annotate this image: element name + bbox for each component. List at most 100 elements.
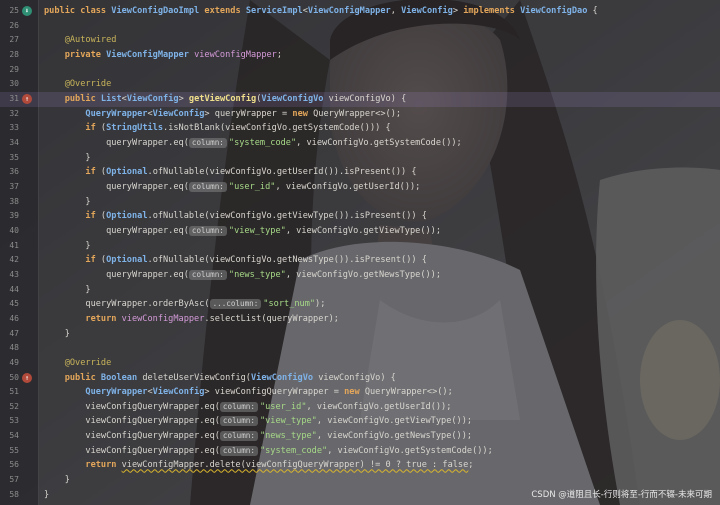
code-line[interactable]: 49 @Override [0,356,720,371]
code-token: "view_type" [228,225,286,236]
code-line[interactable]: 38 } [0,195,720,210]
code-token: ServiceImpl [245,6,303,16]
code-token: Boolean [100,372,143,383]
line-number: 26 [9,20,19,30]
code-token: if [44,167,101,178]
line-number: 50 [9,372,19,382]
code-line[interactable]: 31 ↑ public List<ViewConfig> getViewConfi… [0,91,720,107]
parameter-hint: column: [188,137,227,148]
parameter-hint: column: [219,445,258,456]
code-line[interactable]: 50 ↑ public Boolean deleteUserViewConfig(… [0,371,720,386]
line-number: 45 [9,299,19,309]
code-line[interactable]: 48 [0,341,720,356]
code-token: queryWrapper.eq( [44,181,189,192]
line-number: 49 [9,357,19,367]
code-token: viewConfigMapper.delete(viewConfigQueryW… [121,460,469,471]
override-gutter-icon[interactable]: ↑ [22,372,32,383]
code-line[interactable]: 28 private ViewConfigMapper viewConfigMa… [0,48,720,63]
code-token: "user_id" [259,401,307,412]
code-line[interactable]: 29 [0,63,720,78]
code-token: Optional [106,167,148,178]
code-token: QueryWrapper [44,387,148,398]
code-token: StringUtils [106,123,164,134]
code-token: ); [315,299,326,310]
code-token: queryWrapper.eq( [44,137,189,148]
code-token: , [390,6,402,16]
code-line[interactable]: 36 if (Optional.ofNullable(viewConfigVo.… [0,165,720,180]
code-token: return [44,460,122,471]
code-token: ViewConfig [401,6,453,16]
line-number: 30 [9,79,19,89]
code-token: } [44,196,91,207]
code-token: if [44,123,101,134]
code-line[interactable]: 26 [0,19,720,34]
line-number: 28 [9,49,19,59]
code-text: if (StringUtils.isNotBlank(viewConfigVo.… [44,121,391,136]
code-text: @Override [44,77,112,92]
code-text: public Boolean deleteUserViewConfig(View… [44,371,396,386]
parameter-hint: column: [188,225,227,236]
code-line[interactable]: 44 } [0,283,720,298]
implements-gutter-icon[interactable]: ⬇ [22,6,32,16]
code-line[interactable]: 53 viewConfigQueryWrapper.eq(column: "vie… [0,414,720,429]
line-number: 34 [9,137,19,147]
code-token: , viewConfigVo.getNewsType()); [285,269,442,280]
code-token: , viewConfigVo.getUserId()); [306,401,452,412]
code-line[interactable]: 39 if (Optional.ofNullable(viewConfigVo.… [0,209,720,224]
code-text: public List<ViewConfig> getViewConfig(Vi… [44,92,407,107]
code-token: "system_code" [259,445,328,456]
code-line[interactable]: 45 queryWrapper.orderByAsc(...column: "so… [0,297,720,312]
code-line[interactable]: 42 if (Optional.ofNullable(viewConfigVo.… [0,253,720,268]
code-line[interactable]: 55 viewConfigQueryWrapper.eq(column: "sys… [0,444,720,459]
code-text: viewConfigQueryWrapper.eq(column: "view_t… [44,414,472,429]
parameter-hint: column: [219,401,258,412]
code-token: .isNotBlank(viewConfigVo.getSystemCode()… [163,123,391,134]
code-text: @Autowired [44,33,117,48]
code-line[interactable]: 41 } [0,239,720,254]
parameter-hint: column: [219,431,258,442]
code-line[interactable]: 25 ⬇ public class ViewConfigDaoImpl extend… [0,4,720,19]
override-gutter-icon[interactable]: ↑ [22,93,32,104]
code-line[interactable]: 56 return viewConfigMapper.delete(viewCo… [0,458,720,473]
code-text: } [44,473,70,488]
code-token: public class [44,6,112,16]
code-line[interactable]: 57 } [0,473,720,488]
code-line[interactable]: 32 QueryWrapper<ViewConfig> queryWrapper… [0,107,720,122]
code-line[interactable]: 33 if (StringUtils.isNotBlank(viewConfig… [0,121,720,136]
code-line[interactable]: 40 queryWrapper.eq(column: "view_type", v… [0,224,720,239]
code-token: , viewConfigVo.getViewType()); [285,225,442,236]
line-number: 25 [9,6,19,15]
code-line[interactable]: 34 queryWrapper.eq(column: "system_code",… [0,136,720,151]
code-text: queryWrapper.orderByAsc(...column: "sort_… [44,297,325,312]
code-text: queryWrapper.eq(column: "system_code", vi… [44,136,462,151]
code-line[interactable]: 52 viewConfigQueryWrapper.eq(column: "use… [0,400,720,415]
code-token: if [44,211,101,222]
code-token: .ofNullable(viewConfigVo.getNewsType()).… [147,255,427,266]
line-number: 54 [9,431,19,441]
code-token: ViewConfigDaoImpl [111,6,205,16]
code-token: } [44,489,50,500]
code-line[interactable]: 54 viewConfigQueryWrapper.eq(column: "new… [0,429,720,444]
code-token: QueryWrapper<>(); [313,108,402,119]
code-line[interactable]: 47 } [0,327,720,342]
code-token: ViewConfig [126,93,179,104]
code-text: if (Optional.ofNullable(viewConfigVo.get… [44,209,427,224]
code-line[interactable]: 27 @Autowired [0,33,720,48]
code-line[interactable]: 46 return viewConfigMapper.selectList(qu… [0,312,720,327]
code-token: public [44,93,101,104]
code-line[interactable]: 30 @Override [0,77,720,92]
line-number: 58 [9,489,19,499]
line-number: 44 [9,284,19,294]
code-line[interactable]: 43 queryWrapper.eq(column: "news_type", v… [0,268,720,283]
code-token: queryWrapper.eq( [44,269,189,280]
code-line[interactable]: 37 queryWrapper.eq(column: "user_id", vie… [0,180,720,195]
code-token: @Override [44,79,112,90]
line-number: 43 [9,269,19,279]
code-token: @Autowired [44,35,117,46]
code-token: ViewConfig [152,108,205,119]
code-token: implements [463,6,521,16]
code-token: ViewConfig [152,387,205,398]
code-line[interactable]: 51 QueryWrapper<ViewConfig> viewConfigQu… [0,385,720,400]
code-token: } [44,328,70,339]
code-line[interactable]: 35 } [0,151,720,166]
